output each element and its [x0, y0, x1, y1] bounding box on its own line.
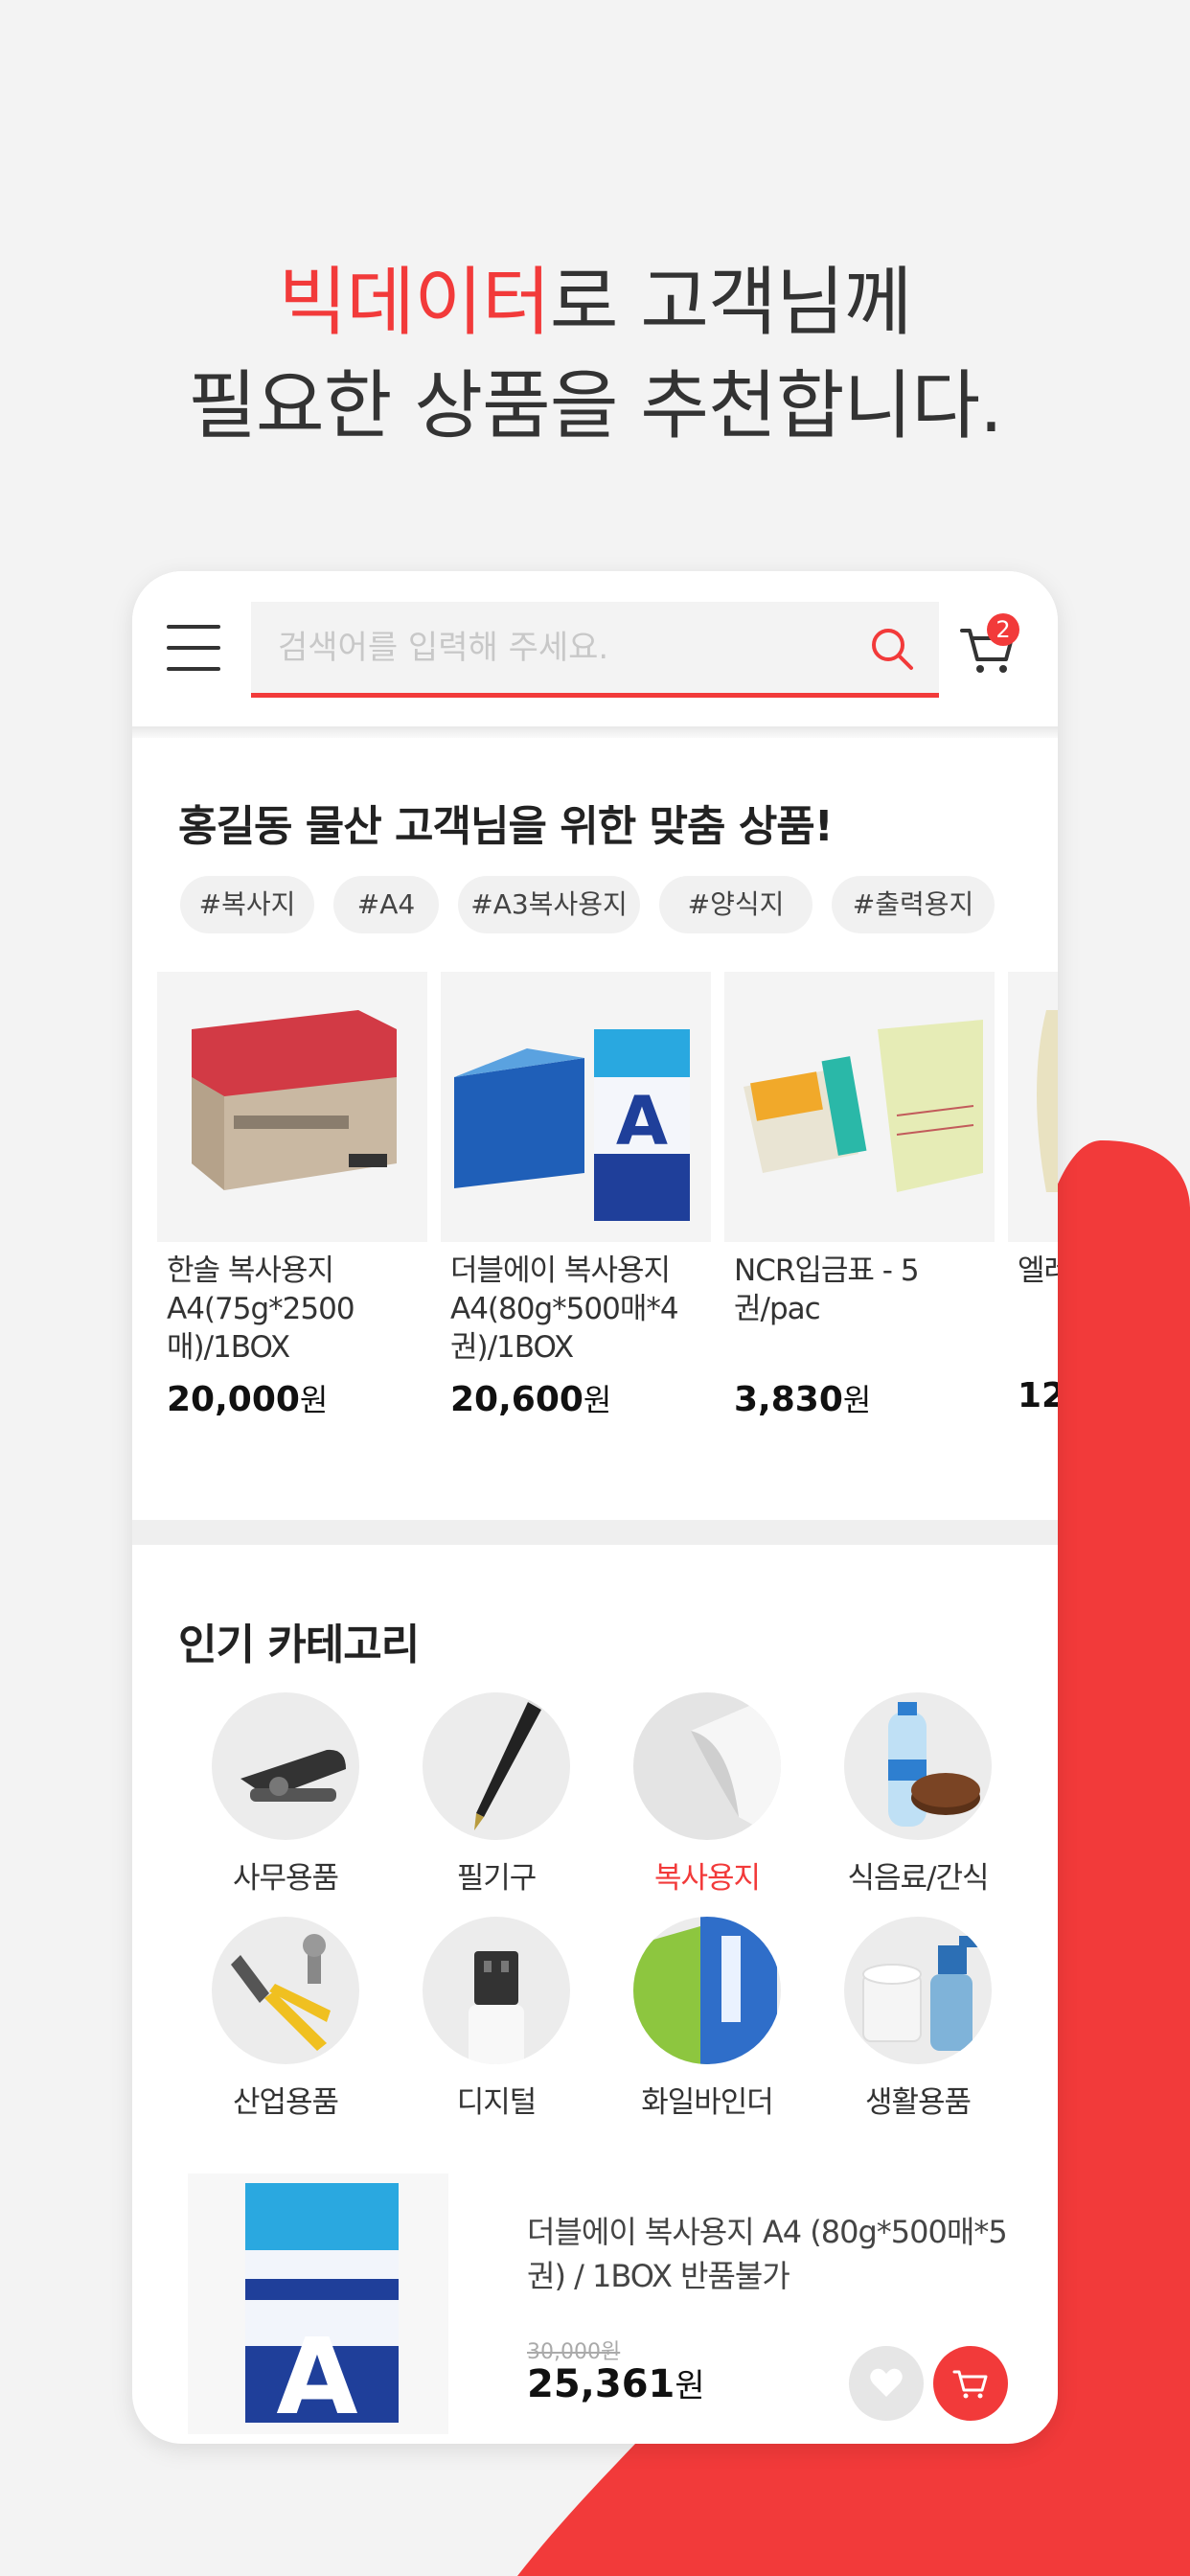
product-card[interactable]: 엘레이지 12 [1008, 972, 1058, 1415]
category-item-binders[interactable]: 화일바인더 [611, 1917, 803, 2121]
promo-line2: 필요한 상품을 추천합니다. [188, 363, 1003, 449]
featured-price: 25,361원 [527, 2362, 705, 2406]
header-divider [132, 726, 1058, 738]
binder-icon [633, 1917, 781, 2064]
category-item-copy-paper[interactable]: 복사용지 [611, 1692, 803, 1897]
category-title: 인기 카테고리 [178, 1621, 420, 1669]
promo-line1: 로 고객님께 [549, 260, 913, 346]
product-card[interactable]: NCR입금표 - 5권/pac 3,830원 [724, 972, 995, 1420]
category-label: 필기구 [456, 1861, 538, 1896]
tag-chip[interactable]: #출력용지 [832, 876, 995, 933]
product-image[interactable]: A [441, 972, 711, 1242]
product-name: 더블에이 복사용지A4(80g*500매*4권)/1BOX [450, 1254, 679, 1365]
search-bar[interactable] [251, 602, 939, 698]
category-item-living[interactable]: 생활용품 [822, 1917, 1014, 2121]
cart-badge: 2 [987, 613, 1019, 646]
stapler-icon [212, 1692, 359, 1840]
category-label: 화일바인더 [641, 2085, 774, 2120]
product-card[interactable]: A 더블에이 복사용지A4(80g*500매*4권)/1BOX 20,600원 [441, 972, 711, 1420]
household-icon [844, 1917, 992, 2064]
recommend-title: 홍길동 물산 고객님을 위한 맞춤 상품! [178, 802, 834, 851]
featured-product-image[interactable]: A [188, 2174, 448, 2438]
menu-icon[interactable] [167, 625, 220, 671]
product-image[interactable] [1008, 972, 1058, 1242]
product-price: 12 [1018, 1376, 1058, 1415]
category-label: 생활용품 [864, 2085, 972, 2120]
product-price: 3,830원 [734, 1380, 872, 1419]
category-item-digital[interactable]: 디지털 [400, 1917, 592, 2121]
category-item-food[interactable]: 식음료/간식 [822, 1692, 1014, 1897]
top-bar: 2 [132, 571, 1058, 726]
category-item-pens[interactable]: 필기구 [400, 1692, 592, 1897]
heart-icon [870, 2368, 903, 2397]
category-label: 사무용품 [232, 1861, 339, 1896]
tag-chip[interactable]: #양식지 [659, 876, 812, 933]
tag-chip[interactable]: #A3복사용지 [458, 876, 640, 933]
product-name: NCR입금표 - 5권/pac [734, 1254, 920, 1326]
category-item-industrial[interactable]: 산업용품 [190, 1917, 381, 2121]
search-icon[interactable] [868, 625, 916, 673]
category-label: 디지털 [456, 2085, 538, 2120]
section-separator [132, 1520, 1058, 1545]
add-to-cart-button[interactable] [933, 2346, 1008, 2421]
promo-highlight: 빅데이터 [278, 260, 551, 346]
promo-headline: 빅데이터로 고객님께 필요한 상품을 추천합니다. [0, 251, 1190, 458]
svg-text:A: A [276, 2315, 357, 2434]
paper-icon [633, 1692, 781, 1840]
product-image[interactable] [157, 972, 427, 1242]
product-card[interactable]: 한솔 복사용지A4(75g*2500매)/1BOX 20,000원 [157, 972, 427, 1420]
product-carousel[interactable]: 한솔 복사용지A4(75g*2500매)/1BOX 20,000원 A 더블에이… [157, 972, 1058, 1451]
product-image[interactable] [724, 972, 995, 1242]
category-item-office[interactable]: 사무용품 [190, 1692, 381, 1897]
featured-product-name[interactable]: 더블에이 복사용지 A4 (80g*500매*5권) / 1BOX 반품불가 [527, 2210, 1025, 2298]
app-screen-card: 2 홍길동 물산 고객님을 위한 맞춤 상품! #복사지 #A4 #A3복사용지… [132, 571, 1058, 2444]
product-name: 엘레이지 [1018, 1254, 1058, 1288]
drink-snack-icon [844, 1692, 992, 1840]
search-input[interactable] [251, 602, 826, 693]
pliers-icon [212, 1917, 359, 2064]
category-label: 식음료/간식 [847, 1861, 989, 1896]
product-price: 20,600원 [450, 1380, 612, 1419]
tag-chip[interactable]: #A4 [333, 876, 439, 933]
category-label: 산업용품 [232, 2085, 339, 2120]
product-price: 20,000원 [167, 1380, 329, 1419]
wishlist-button[interactable] [849, 2346, 924, 2421]
svg-text:A: A [616, 1082, 668, 1161]
usb-icon [423, 1917, 570, 2064]
category-label: 복사용지 [653, 1861, 761, 1896]
product-name: 한솔 복사용지A4(75g*2500매)/1BOX [167, 1254, 355, 1365]
pen-icon [423, 1692, 570, 1840]
cart-icon [952, 2370, 988, 2399]
tag-chip[interactable]: #복사지 [180, 876, 314, 933]
